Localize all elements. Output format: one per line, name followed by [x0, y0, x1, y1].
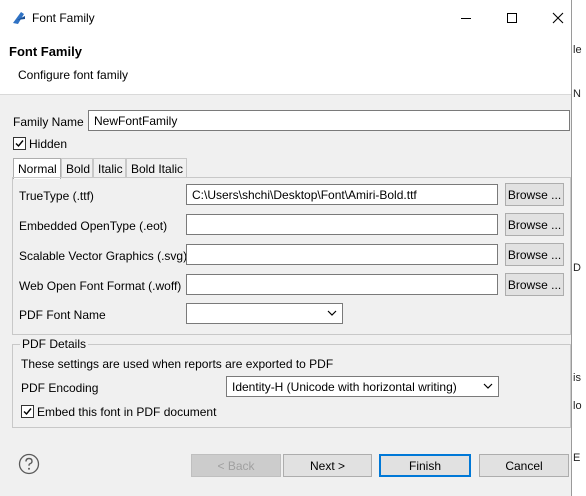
minimize-icon [461, 18, 471, 19]
family-name-label: Family Name [13, 115, 84, 129]
checkmark-icon [15, 140, 24, 148]
background-window: le N D is lo E [572, 0, 586, 496]
maximize-icon [507, 13, 517, 23]
truetype-label: TrueType (.ttf) [19, 189, 94, 203]
pdf-font-name-select[interactable] [186, 303, 343, 324]
svg-label: Scalable Vector Graphics (.svg) [19, 249, 188, 263]
eclipse-app-icon [13, 12, 25, 24]
tab-bold[interactable]: Bold [61, 158, 93, 178]
embed-font-label: Embed this font in PDF document [37, 405, 217, 419]
minimize-button[interactable] [443, 0, 489, 36]
help-icon[interactable] [18, 453, 40, 475]
pdf-font-name-label: PDF Font Name [19, 308, 106, 322]
maximize-button[interactable] [489, 0, 535, 36]
woff-label: Web Open Font Format (.woff) [19, 279, 182, 293]
background-text: E [573, 452, 581, 464]
background-text: D [573, 262, 581, 274]
pdf-encoding-value: Identity-H (Unicode with horizontal writ… [232, 380, 457, 394]
browse-eot-button[interactable]: Browse ... [505, 213, 564, 236]
background-text: is [573, 372, 581, 384]
eot-path-input[interactable] [186, 214, 498, 235]
page-title: Font Family [9, 44, 82, 59]
cancel-button[interactable]: Cancel [479, 454, 569, 477]
close-icon [552, 12, 564, 24]
font-family-dialog: Font Family Font Family Configure font f… [0, 0, 572, 496]
browse-woff-button[interactable]: Browse ... [505, 273, 564, 296]
hidden-label: Hidden [29, 137, 68, 151]
page-subtitle: Configure font family [18, 68, 129, 82]
pdf-details-legend: PDF Details [20, 337, 89, 351]
title-bar: Font Family [0, 0, 571, 36]
back-button[interactable]: < Back [191, 454, 281, 477]
hidden-checkbox[interactable] [13, 137, 26, 150]
next-button[interactable]: Next > [283, 454, 372, 477]
pdf-details-description: These settings are used when reports are… [21, 357, 334, 371]
background-text: lo [573, 400, 582, 412]
finish-button[interactable]: Finish [379, 454, 471, 477]
pdf-encoding-select[interactable]: Identity-H (Unicode with horizontal writ… [226, 376, 499, 397]
family-name-input[interactable]: NewFontFamily [88, 110, 570, 131]
eot-label: Embedded OpenType (.eot) [19, 219, 168, 233]
tab-normal[interactable]: Normal [13, 158, 61, 179]
woff-path-input[interactable] [186, 274, 498, 295]
background-text: le [573, 44, 582, 56]
tab-bold-italic[interactable]: Bold Italic [126, 158, 187, 178]
chevron-down-icon [483, 383, 493, 389]
truetype-path-input[interactable]: C:\Users\shchi\Desktop\Font\Amiri-Bold.t… [186, 184, 498, 205]
close-button[interactable] [535, 0, 581, 36]
svg-path-input[interactable] [186, 244, 498, 265]
chevron-down-icon [327, 310, 337, 316]
browse-truetype-button[interactable]: Browse ... [505, 183, 564, 206]
window-title: Font Family [32, 11, 95, 25]
checkmark-icon [23, 408, 32, 416]
pdf-encoding-label: PDF Encoding [21, 381, 99, 395]
tab-italic[interactable]: Italic [93, 158, 126, 178]
background-text: N [573, 88, 581, 100]
wizard-header: Font Family Configure font family [0, 36, 571, 95]
browse-svg-button[interactable]: Browse ... [505, 243, 564, 266]
embed-font-checkbox[interactable] [21, 405, 34, 418]
